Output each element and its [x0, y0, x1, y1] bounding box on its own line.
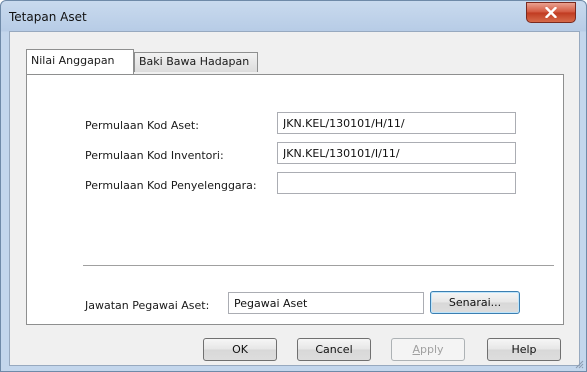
tab-panel-nilai-anggapan: Permulaan Kod Aset: Permulaan Kod Invent… [26, 74, 564, 325]
apply-button[interactable]: Apply [391, 338, 465, 361]
kod-penyelenggara-label: Permulaan Kod Penyelenggara: [85, 179, 257, 192]
dialog-window: Tetapan Aset Nilai Anggapan Baki Bawa Ha… [0, 0, 587, 372]
window-title: Tetapan Aset [9, 10, 87, 24]
apply-button-mnemonic: A [412, 343, 420, 356]
kod-aset-label: Permulaan Kod Aset: [85, 119, 199, 132]
jawatan-field[interactable] [228, 292, 424, 314]
close-button[interactable] [526, 2, 576, 23]
title-bar[interactable]: Tetapan Aset [1, 1, 586, 32]
ok-button[interactable]: OK [203, 338, 277, 361]
kod-inventori-label: Permulaan Kod Inventori: [85, 149, 224, 162]
dialog-client-area: Nilai Anggapan Baki Bawa Hadapan Permula… [9, 31, 580, 366]
separator-line [83, 265, 554, 267]
tab-nilai-anggapan[interactable]: Nilai Anggapan [26, 49, 134, 74]
resize-grip-icon[interactable] [574, 359, 584, 369]
kod-penyelenggara-field[interactable] [277, 172, 516, 194]
tab-baki-bawa-hadapan[interactable]: Baki Bawa Hadapan [134, 52, 258, 72]
close-icon [545, 7, 557, 18]
kod-aset-field[interactable] [277, 112, 516, 134]
senarai-button[interactable]: Senarai... [430, 291, 520, 314]
apply-button-label-rest: pply [420, 343, 444, 356]
cancel-button[interactable]: Cancel [297, 338, 371, 361]
help-button[interactable]: Help [487, 338, 561, 361]
kod-inventori-field[interactable] [277, 142, 516, 164]
jawatan-label: Jawatan Pegawai Aset: [85, 299, 210, 312]
